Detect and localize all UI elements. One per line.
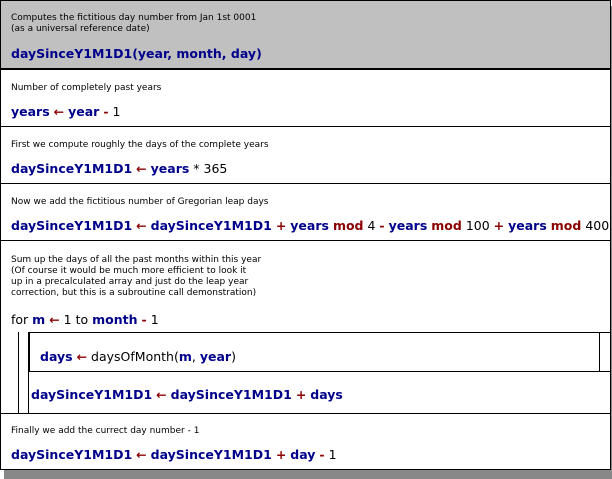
code-token: - bbox=[103, 104, 109, 119]
code-token: + bbox=[295, 387, 307, 402]
code-token: ← bbox=[136, 447, 147, 462]
step-statement: daySinceY1M1D1 ← years * 365 bbox=[11, 161, 227, 176]
code-token: ) bbox=[231, 349, 236, 364]
step-current-day: Finally we add the currect day number - … bbox=[1, 413, 610, 469]
code-token: daySinceY1M1D1 bbox=[150, 218, 272, 233]
code-token: ← bbox=[49, 312, 60, 327]
code-token: ) bbox=[256, 46, 262, 61]
step-rough-days: First we compute roughly the days of the… bbox=[1, 127, 610, 184]
code-token: year bbox=[199, 349, 232, 364]
code-token: 1 bbox=[150, 312, 159, 327]
code-token: mod bbox=[550, 218, 582, 233]
code-token: daySinceY1M1D1 bbox=[11, 161, 133, 176]
code-token: ← bbox=[53, 104, 65, 119]
loop-comment: Sum up the days of all the past months w… bbox=[11, 255, 262, 298]
code-token: for bbox=[11, 312, 29, 327]
loop-header: for m ← 1 to month - 1 bbox=[11, 312, 159, 327]
code-token: month bbox=[176, 46, 222, 61]
code-token: years bbox=[388, 218, 428, 233]
code-token: 1 bbox=[112, 104, 121, 119]
code-token: year bbox=[137, 46, 168, 61]
code-token: days bbox=[310, 387, 343, 402]
code-token: ← bbox=[136, 161, 147, 176]
code-token: 1 bbox=[328, 447, 337, 462]
code-token: daySinceY1M1D1 bbox=[31, 387, 153, 402]
code-token: + bbox=[493, 218, 505, 233]
code-token: + bbox=[275, 447, 287, 462]
code-token: 1 bbox=[63, 312, 72, 327]
step-leap-days: Now we add the fictitious number of Greg… bbox=[1, 184, 610, 241]
call-statement: days ← daysOfMonth(m, year) bbox=[40, 349, 236, 364]
code-token: years bbox=[11, 104, 50, 119]
code-token: mod bbox=[431, 218, 462, 233]
code-token: years bbox=[508, 218, 547, 233]
code-token: ← bbox=[156, 387, 167, 402]
code-token: mod bbox=[332, 218, 364, 233]
code-token: * bbox=[193, 161, 200, 176]
step-statement: daySinceY1M1D1 ← daySinceY1M1D1 + day - … bbox=[11, 447, 337, 462]
header-comment: Computes the fictitious day number from … bbox=[11, 13, 257, 34]
code-token: daySinceY1M1D1 bbox=[170, 387, 292, 402]
step-comment: Now we add the fictitious number of Greg… bbox=[11, 197, 269, 207]
code-token: day bbox=[230, 46, 257, 61]
code-token: years bbox=[150, 161, 190, 176]
code-token: to bbox=[75, 312, 89, 327]
step-comment: Finally we add the currect day number - … bbox=[11, 426, 200, 436]
code-token: , bbox=[221, 46, 231, 61]
code-token: - bbox=[141, 312, 147, 327]
code-token: , bbox=[191, 349, 200, 364]
code-token: ← bbox=[76, 349, 88, 364]
code-token: years bbox=[290, 218, 329, 233]
code-token: m bbox=[178, 349, 192, 364]
code-token: 400 bbox=[585, 218, 610, 233]
code-token: 100 bbox=[465, 218, 490, 233]
step-statement: daySinceY1M1D1 ← daySinceY1M1D1 + years … bbox=[11, 218, 609, 233]
step-comment: First we compute roughly the days of the… bbox=[11, 140, 269, 150]
code-token: day bbox=[290, 447, 316, 462]
code-token: daySinceY1M1D1 bbox=[150, 447, 272, 462]
step-comment: Number of completely past years bbox=[11, 83, 162, 93]
code-token: - bbox=[379, 218, 385, 233]
function-header: Computes the fictitious day number from … bbox=[1, 1, 610, 70]
loop-body-call: days ← daysOfMonth(m, year) bbox=[29, 332, 600, 372]
loop-body-sum: daySinceY1M1D1 ← daySinceY1M1D1 + days bbox=[18, 372, 612, 413]
function-signature: daySinceY1M1D1(year, month, day) bbox=[11, 46, 262, 61]
code-token: ← bbox=[136, 218, 147, 233]
code-token: + bbox=[275, 218, 287, 233]
code-token: 4 bbox=[367, 218, 376, 233]
code-token: 365 bbox=[203, 161, 228, 176]
sum-statement: daySinceY1M1D1 ← daySinceY1M1D1 + days bbox=[31, 387, 343, 402]
code-token: daySinceY1M1D1 bbox=[11, 447, 133, 462]
code-token: - bbox=[319, 447, 325, 462]
shadow-bottom bbox=[4, 470, 612, 479]
code-token: m bbox=[32, 312, 46, 327]
step-statement: years ← year - 1 bbox=[11, 104, 120, 119]
code-token: year bbox=[68, 104, 100, 119]
code-token: daySinceY1M1D1 bbox=[11, 46, 133, 61]
code-token: daySinceY1M1D1 bbox=[11, 218, 133, 233]
step-past-years: Number of completely past years years ← … bbox=[1, 70, 610, 127]
code-token: days bbox=[40, 349, 73, 364]
code-token: daysOfMonth( bbox=[91, 349, 179, 364]
code-token: month bbox=[92, 312, 138, 327]
structogram: Computes the fictitious day number from … bbox=[0, 0, 612, 470]
